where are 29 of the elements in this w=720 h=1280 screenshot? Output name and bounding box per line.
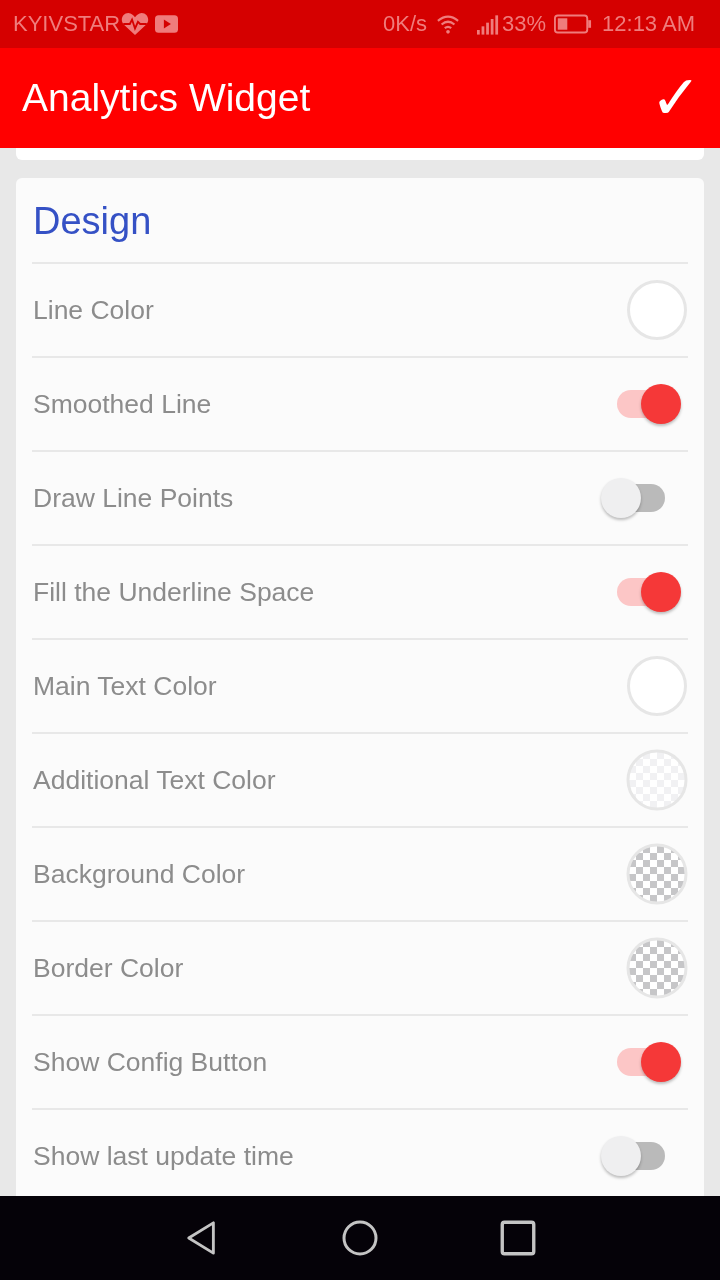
setting-label: Fill the Underline Space (32, 576, 315, 608)
app-title: Analytics Widget (22, 76, 311, 120)
clock-time: 12:13 AM (602, 11, 695, 37)
swatch-icon[interactable] (627, 280, 687, 340)
setting-label: Draw Line Points (32, 482, 234, 514)
setting-label: Background Color (32, 858, 246, 890)
setting-label: Line Color (32, 294, 154, 326)
setting-label: Show Config Button (32, 1046, 268, 1078)
battery-percent: 33% (502, 11, 547, 37)
checkered-swatch-icon[interactable] (626, 843, 688, 905)
carrier-name: KYIVSTAR (13, 11, 121, 37)
battery-icon (554, 14, 593, 34)
wifi-icon (437, 14, 459, 34)
setting-label: Border Color (32, 952, 184, 984)
section-title: Design (32, 178, 688, 264)
checkered-swatch-icon[interactable] (626, 937, 688, 999)
setting-label: Additional Text Color (32, 764, 276, 796)
checkered-swatch-icon[interactable] (626, 749, 688, 811)
video-play-icon (155, 15, 179, 33)
confirm-button[interactable]: ✓ (650, 67, 702, 129)
setting-label: Smoothed Line (32, 388, 212, 420)
swatch-icon[interactable] (627, 656, 687, 716)
home-icon[interactable] (342, 1220, 378, 1256)
setting-label: Show last update time (32, 1140, 294, 1172)
signal-icon (477, 13, 499, 35)
recent-apps-icon[interactable] (500, 1220, 536, 1256)
setting-label: Main Text Color (32, 670, 217, 702)
network-speed: 0K/s (382, 11, 427, 37)
heart-pulse-icon (121, 12, 150, 36)
